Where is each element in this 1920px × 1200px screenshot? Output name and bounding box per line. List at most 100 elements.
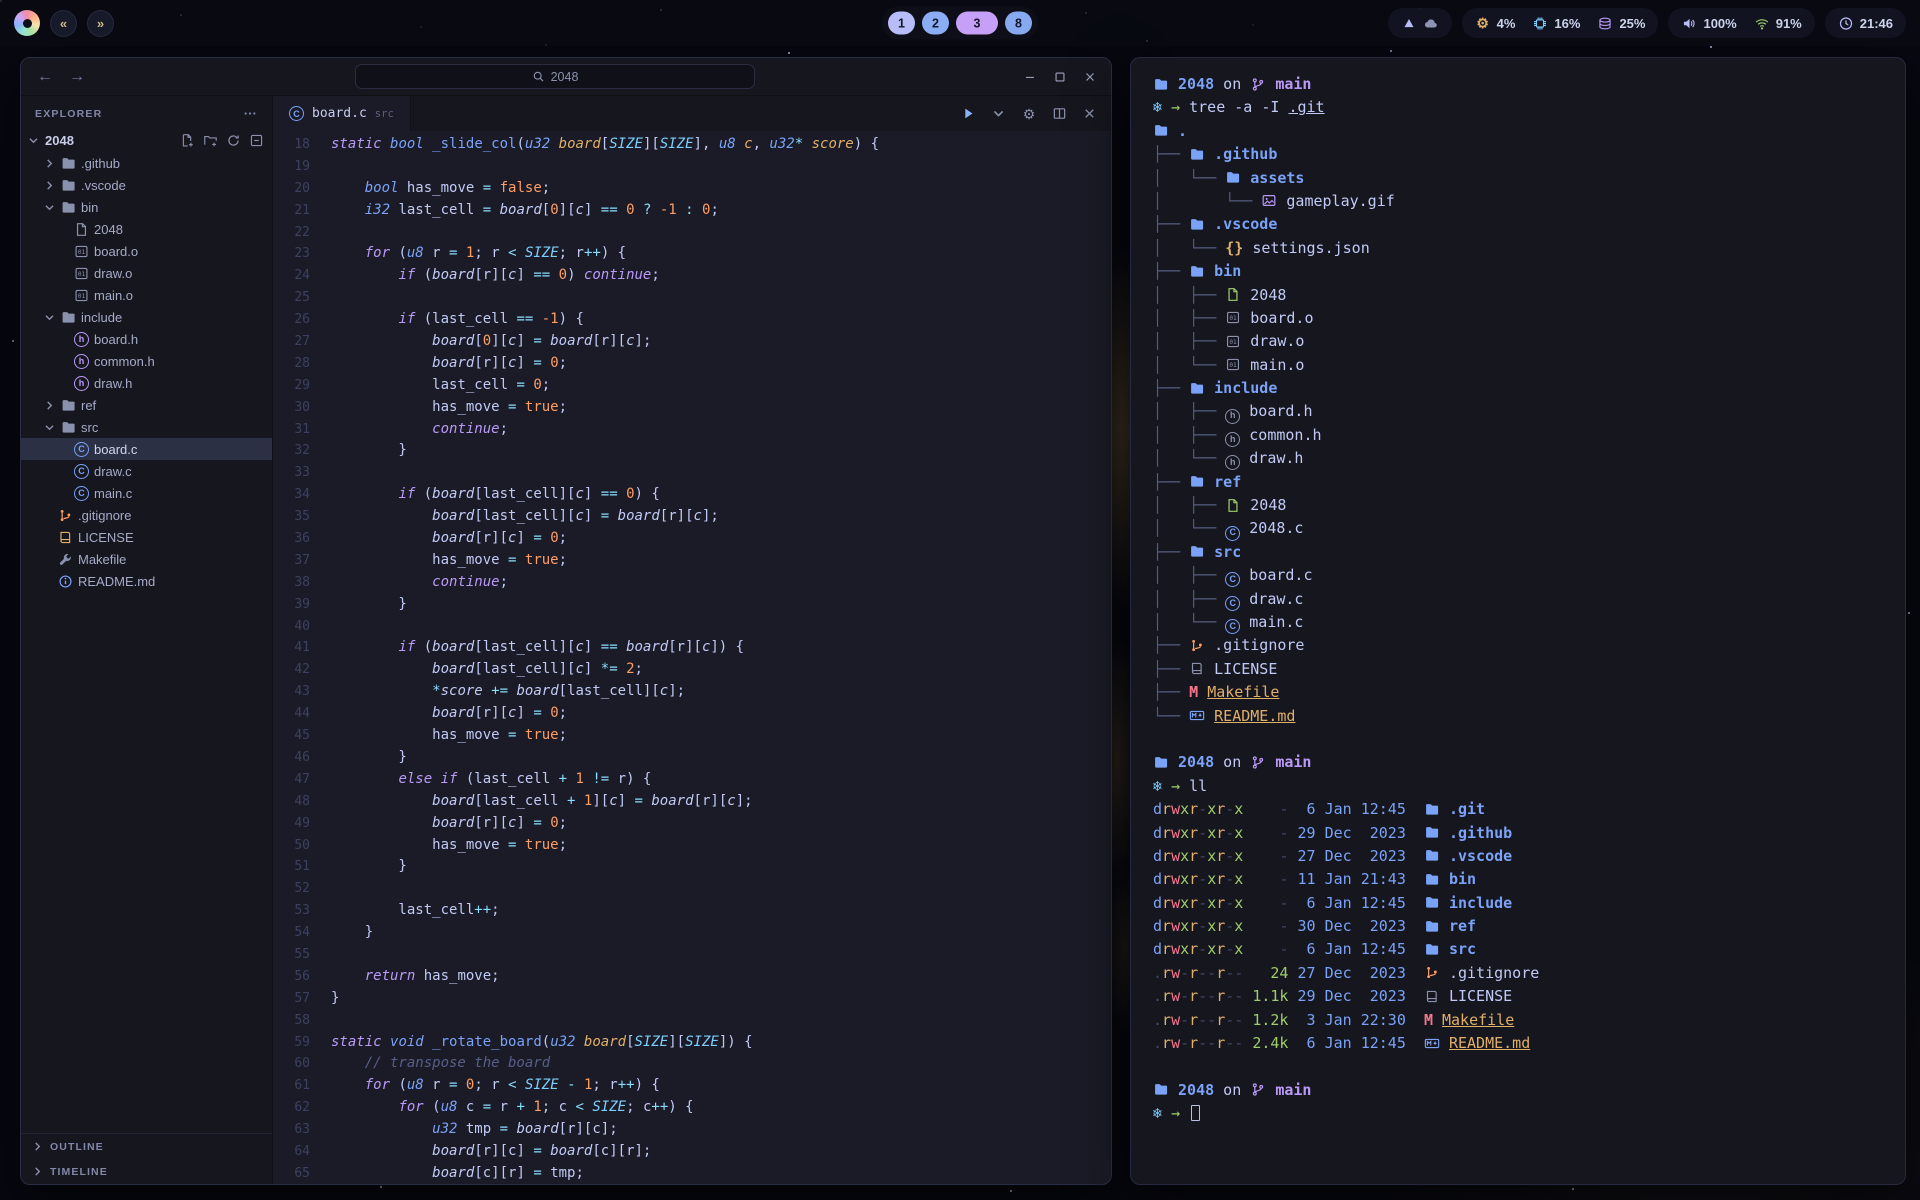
titlebar-search[interactable]: 2048 bbox=[355, 64, 755, 89]
code-line: 24 if (board[r][c] == 0) continue; bbox=[273, 265, 1111, 287]
tree-item-Makefile[interactable]: Makefile bbox=[21, 548, 272, 570]
folder-icon bbox=[1424, 871, 1440, 886]
code-line: 37 has_move = true; bbox=[273, 550, 1111, 572]
tree-item-board.c[interactable]: Cboard.c bbox=[21, 438, 272, 460]
workspace-2[interactable]: 2 bbox=[922, 12, 949, 35]
tree-item-draw.h[interactable]: hdraw.h bbox=[21, 372, 272, 394]
tree-item-.gitignore[interactable]: .gitignore bbox=[21, 504, 272, 526]
svg-text:01: 01 bbox=[1230, 362, 1238, 369]
panel-timeline[interactable]: TIMELINE bbox=[21, 1159, 272, 1184]
tab-board.c[interactable]: C board.c src bbox=[273, 96, 411, 131]
more-actions-icon[interactable] bbox=[242, 106, 258, 121]
workspace-1[interactable]: 1 bbox=[888, 12, 915, 35]
folder-icon bbox=[1225, 169, 1241, 184]
info-icon bbox=[58, 574, 73, 589]
terminal-window[interactable]: 2048 on main❄ → tree -a -I .git .├── .gi… bbox=[1130, 57, 1906, 1185]
launcher-logo-icon[interactable] bbox=[14, 10, 40, 36]
collapse-folders-button[interactable] bbox=[249, 133, 264, 148]
workspace-8[interactable]: 8 bbox=[1005, 12, 1032, 35]
audio-network-pill[interactable]: 100% 91% bbox=[1668, 8, 1814, 38]
settings-gear-icon[interactable]: ⚙ bbox=[1021, 107, 1037, 121]
tree-item-2048[interactable]: 2048 bbox=[21, 218, 272, 240]
clock-pill[interactable]: 21:46 bbox=[1825, 8, 1906, 38]
tree-item-src[interactable]: src bbox=[21, 416, 272, 438]
tree-item-label: LICENSE bbox=[78, 530, 134, 545]
next-button[interactable]: » bbox=[87, 10, 114, 37]
code-line: 54 } bbox=[273, 922, 1111, 944]
code-line: 20 bool has_move = false; bbox=[273, 178, 1111, 200]
folder-icon bbox=[1424, 894, 1440, 909]
tree-item-label: draw.h bbox=[94, 376, 132, 391]
run-button[interactable] bbox=[961, 106, 976, 121]
terminal-line: ├── src bbox=[1153, 541, 1905, 564]
terminal-line: drwxr-xr-x - 6 Jan 12:45 src bbox=[1153, 938, 1905, 961]
markdown-file-icon bbox=[1424, 1035, 1440, 1050]
tree-item-label: board.o bbox=[94, 244, 138, 259]
refresh-explorer-button[interactable] bbox=[226, 133, 241, 148]
system-stats-pill[interactable]: ⚙4% 16% 25% bbox=[1462, 8, 1659, 38]
code-line: 28 board[r][c] = 0; bbox=[273, 353, 1111, 375]
workspaces: 1238 bbox=[882, 7, 1038, 40]
tree-item-bin[interactable]: bin bbox=[21, 196, 272, 218]
code-line: 39 } bbox=[273, 594, 1111, 616]
folder-icon bbox=[1424, 918, 1440, 933]
run-options-chevron-icon[interactable] bbox=[991, 106, 1006, 121]
folder-icon bbox=[1424, 824, 1440, 839]
tree-item-draw.c[interactable]: Cdraw.c bbox=[21, 460, 272, 482]
code-line: 27 board[0][c] = board[r][c]; bbox=[273, 331, 1111, 353]
terminal-line: .rw-r--r-- 2.4k 6 Jan 12:45 README.md bbox=[1153, 1032, 1905, 1055]
terminal-line: │ ├── 01 draw.o bbox=[1153, 330, 1905, 353]
back-arrow-icon[interactable]: ← bbox=[35, 68, 55, 86]
tree-item-main.o[interactable]: 01 main.o bbox=[21, 284, 272, 306]
window-controls bbox=[1023, 70, 1097, 84]
new-folder-button[interactable] bbox=[203, 133, 218, 148]
tree-item-.vscode[interactable]: .vscode bbox=[21, 174, 272, 196]
code-line: 30 has_move = true; bbox=[273, 397, 1111, 419]
tree-item-include[interactable]: include bbox=[21, 306, 272, 328]
code-line: 50 has_move = true; bbox=[273, 835, 1111, 857]
tree-item-main.c[interactable]: Cmain.c bbox=[21, 482, 272, 504]
terminal-line: │ └── h draw.h bbox=[1153, 447, 1905, 470]
tree-item-.github[interactable]: .github bbox=[21, 152, 272, 174]
tree-item-label: main.c bbox=[94, 486, 132, 501]
circle-h-icon: h bbox=[74, 354, 89, 369]
terminal-line: ├── .gitignore bbox=[1153, 634, 1905, 657]
tree-item-2048[interactable]: 2048 bbox=[21, 128, 272, 152]
code-line: 38 continue; bbox=[273, 572, 1111, 594]
tree-item-common.h[interactable]: hcommon.h bbox=[21, 350, 272, 372]
code-line: 45 has_move = true; bbox=[273, 725, 1111, 747]
split-editor-icon[interactable] bbox=[1052, 106, 1067, 121]
new-file-button[interactable] bbox=[180, 133, 195, 148]
tree-item-README.md[interactable]: README.md bbox=[21, 570, 272, 592]
weather-pill[interactable] bbox=[1388, 8, 1452, 38]
explorer-title: EXPLORER bbox=[35, 108, 102, 120]
tree-item-LICENSE[interactable]: LICENSE bbox=[21, 526, 272, 548]
forward-arrow-icon[interactable]: → bbox=[67, 68, 87, 86]
disk-icon bbox=[1597, 16, 1613, 31]
terminal-line: ├── .github bbox=[1153, 143, 1905, 166]
object-file-icon: 01 bbox=[1225, 309, 1241, 324]
prev-button[interactable]: « bbox=[50, 10, 77, 37]
c-file-icon: C bbox=[289, 106, 304, 121]
minimize-button[interactable] bbox=[1023, 70, 1037, 84]
close-button[interactable] bbox=[1083, 70, 1097, 84]
folder-icon bbox=[61, 420, 76, 435]
workspace-3[interactable]: 3 bbox=[956, 12, 998, 35]
terminal-line: ❄ → ll bbox=[1153, 775, 1905, 798]
tree-item-ref[interactable]: ref bbox=[21, 394, 272, 416]
book-icon bbox=[58, 530, 73, 545]
tree-item-board.h[interactable]: hboard.h bbox=[21, 328, 272, 350]
tree-item-draw.o[interactable]: 01draw.o bbox=[21, 262, 272, 284]
terminal-line: │ └── C 2048.c bbox=[1153, 517, 1905, 540]
code-line: 19 bbox=[273, 156, 1111, 178]
code-editor[interactable]: 18static bool _slide_col(u32 board[SIZE]… bbox=[273, 131, 1111, 1184]
maximize-button[interactable] bbox=[1053, 70, 1067, 84]
terminal-line: ├── include bbox=[1153, 377, 1905, 400]
close-editor-icon[interactable] bbox=[1082, 106, 1097, 121]
svg-text:01: 01 bbox=[78, 292, 86, 299]
terminal-line: │ ├── h common.h bbox=[1153, 424, 1905, 447]
tree-item-board.o[interactable]: 01board.o bbox=[21, 240, 272, 262]
panel-outline[interactable]: OUTLINE bbox=[21, 1134, 272, 1159]
tree-item-label: main.o bbox=[94, 288, 133, 303]
editor-window: ← → 2048 EXPLORER 2048.github.vscodebin2… bbox=[20, 57, 1112, 1185]
